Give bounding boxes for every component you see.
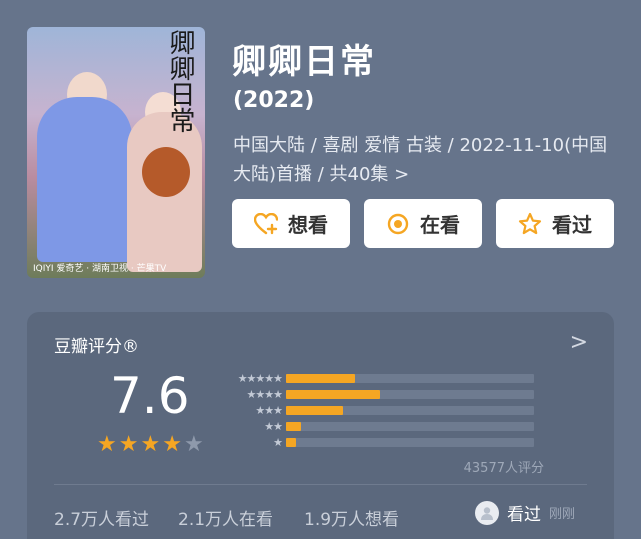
distribution-star-icons: ★★★★★ — [237, 371, 283, 385]
rating-panel[interactable]: 豆瓣评分® > 7.6 ★ ★ ★ ★ ★ ★★★★★ ★★★★ ★★★ ★★ ★ 43577人… — [27, 312, 614, 539]
watching-button[interactable]: 在看 — [364, 199, 482, 248]
rating-title: 豆瓣评分® — [54, 337, 139, 357]
poster-calligraphy: 卿卿日常 — [165, 29, 195, 133]
distribution-star-icons: ★ — [273, 435, 283, 449]
my-status-label: 看过 — [507, 505, 541, 525]
target-icon — [386, 212, 410, 236]
rating-count: 43577人评分 — [463, 461, 544, 476]
distribution-star-icons: ★★★★ — [246, 387, 283, 401]
my-status[interactable]: 看过 刚刚 — [475, 500, 575, 525]
rating-star-icon: ★ — [162, 432, 182, 457]
want-to-watch-label: 想看 — [288, 213, 328, 237]
watched-button[interactable]: 看过 — [496, 199, 614, 248]
poster-logos: IQIYI 爱奇艺 · 湖南卫视 · 芒果TV — [33, 264, 167, 274]
distribution-row: ★★★★ — [222, 386, 534, 402]
rating-distribution: ★★★★★ ★★★★ ★★★ ★★ ★ — [222, 370, 534, 450]
distribution-row: ★ — [222, 434, 534, 450]
distribution-track — [286, 437, 534, 447]
want-count[interactable]: 1.9万人想看 — [304, 505, 399, 530]
want-to-watch-button[interactable]: 想看 — [232, 199, 350, 248]
rating-star-icon: ★ — [183, 432, 204, 457]
poster-figure-male — [37, 97, 132, 262]
heart-plus-icon — [254, 212, 278, 236]
distribution-track — [286, 373, 534, 383]
distribution-bar — [286, 437, 296, 447]
distribution-row: ★★★ — [222, 402, 534, 418]
distribution-bar — [286, 389, 381, 399]
distribution-row: ★★ — [222, 418, 534, 434]
poster-chicken — [142, 147, 190, 197]
chevron-right-icon[interactable]: > — [570, 330, 588, 355]
watched-label: 看过 — [552, 213, 592, 237]
avatar — [475, 500, 499, 525]
rating-score: 7.6 — [110, 367, 190, 425]
distribution-bar — [286, 405, 344, 415]
distribution-track — [286, 421, 534, 431]
poster-image[interactable]: 卿卿日常 IQIYI 爱奇艺 · 湖南卫视 · 芒果TV — [27, 27, 205, 278]
star-outline-icon — [518, 212, 542, 236]
rating-star-icon: ★ — [97, 432, 117, 457]
divider — [54, 484, 587, 485]
distribution-bar — [286, 373, 356, 383]
distribution-star-icons: ★★★ — [255, 403, 283, 417]
distribution-track — [286, 389, 534, 399]
rating-stars: ★ ★ ★ ★ ★ — [97, 434, 204, 456]
distribution-track — [286, 405, 534, 415]
distribution-bar — [286, 421, 301, 431]
watching-count[interactable]: 2.1万人在看 — [178, 505, 273, 530]
page-title: 卿卿日常 — [232, 42, 376, 82]
show-meta-link[interactable]: 中国大陆 / 喜剧 爱情 古装 / 2022-11-10(中国大陆)首播 / 共… — [233, 131, 613, 189]
rating-star-icon: ★ — [140, 432, 161, 457]
watched-count[interactable]: 2.7万人看过 — [54, 505, 149, 530]
my-status-time: 刚刚 — [549, 507, 576, 522]
rating-star-icon: ★ — [118, 432, 139, 457]
watching-label: 在看 — [420, 213, 460, 237]
user-icon — [481, 506, 493, 520]
distribution-row: ★★★★★ — [222, 370, 534, 386]
release-year: (2022) — [233, 88, 315, 113]
distribution-star-icons: ★★ — [264, 419, 283, 433]
